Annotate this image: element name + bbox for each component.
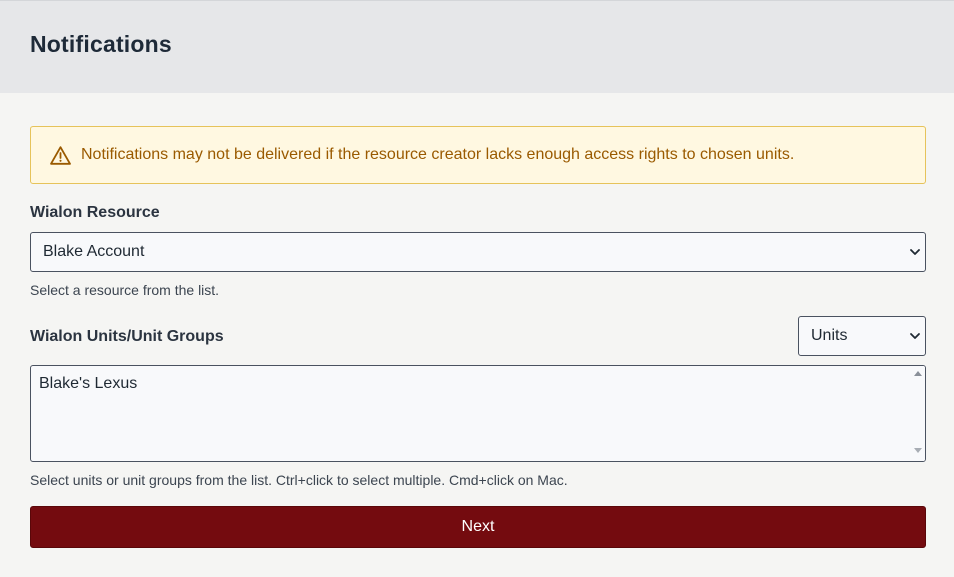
next-button[interactable]: Next — [30, 506, 926, 548]
scroll-up-arrow-icon[interactable] — [914, 371, 922, 376]
scroll-down-arrow-icon[interactable] — [914, 448, 922, 453]
page-title: Notifications — [30, 31, 172, 57]
warning-triangle-icon — [49, 144, 71, 166]
resource-label: Wialon Resource — [30, 204, 160, 221]
list-item[interactable]: Blake's Lexus — [39, 375, 137, 393]
resource-help-text: Select a resource from the list. — [30, 282, 220, 298]
units-listbox[interactable]: Blake's Lexus — [30, 365, 926, 462]
resource-select[interactable]: Blake Account — [30, 232, 926, 272]
alert-message: Notifications may not be delivered if th… — [81, 146, 795, 163]
warning-alert: Notifications may not be delivered if th… — [30, 126, 926, 184]
page-header: Notifications — [0, 0, 954, 93]
unit-type-select-value: Units — [811, 327, 848, 344]
chevron-down-icon — [910, 249, 920, 255]
units-label: Wialon Units/Unit Groups — [30, 328, 224, 345]
chevron-down-icon — [910, 333, 920, 339]
unit-type-select[interactable]: Units — [798, 316, 926, 356]
units-help-text: Select units or unit groups from the lis… — [30, 472, 568, 488]
resource-select-value: Blake Account — [43, 243, 145, 260]
listbox-scrollbar[interactable] — [911, 366, 925, 461]
